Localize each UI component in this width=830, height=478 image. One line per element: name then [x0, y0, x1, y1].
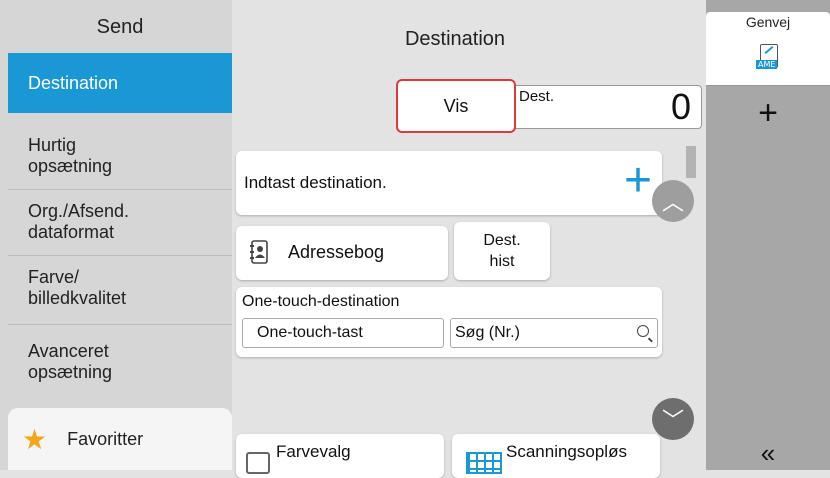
sidebar-divider — [8, 255, 232, 256]
color-selection-label: Farvevalg — [276, 442, 351, 461]
sidebar: Send Destination Hurtig opsætning Org./A… — [0, 0, 232, 470]
page-title: Destination — [404, 28, 506, 50]
chevron-down-icon: ﹀ — [661, 408, 684, 433]
scroll-up-button[interactable]: ︿ — [652, 180, 694, 222]
show-destinations-button[interactable]: Vis — [396, 79, 516, 133]
favorites-button[interactable]: ★ Favoritter — [8, 408, 232, 470]
plus-icon: + — [758, 94, 778, 132]
color-select-icon — [246, 452, 270, 474]
sidebar-item-quick-setup[interactable]: Hurtig opsætning — [8, 126, 232, 186]
sidebar-divider — [8, 189, 232, 190]
addressbook-icon — [250, 240, 268, 264]
scan-resolution-button[interactable]: Scanningsopløs — [452, 434, 660, 478]
destination-history-button[interactable]: Dest. hist — [454, 222, 550, 280]
sidebar-item-label: Hurtig opsætning — [28, 135, 113, 176]
destination-history-label: Dest. hist — [483, 232, 521, 270]
sidebar-item-destination[interactable]: Destination — [8, 53, 232, 113]
shortcut-tab[interactable]: Genvej — [706, 12, 830, 36]
star-icon: ★ — [22, 423, 48, 455]
dest-count-label: Dest. — [519, 88, 555, 105]
shortcut-icon-tag: AME — [756, 60, 778, 69]
sidebar-item-label: Avanceret opsætning — [28, 341, 113, 382]
collapse-panel-button[interactable]: « — [706, 438, 830, 469]
destination-count-display: Dest. 0 — [510, 85, 702, 129]
color-selection-button[interactable]: Farvevalg — [236, 434, 444, 478]
sidebar-item-label: Org./Afsend. dataformat — [28, 201, 130, 242]
magnifier-icon — [637, 325, 649, 337]
sidebar-title: Send — [96, 16, 144, 38]
add-shortcut-button[interactable]: + — [706, 96, 830, 130]
search-number-button[interactable]: Søg (Nr.) — [450, 318, 658, 348]
favorites-label: Favoritter — [67, 428, 144, 449]
one-touch-key-label: One-touch-tast — [257, 324, 363, 341]
scrollbar-thumb[interactable] — [686, 146, 696, 178]
scan-resolution-icon — [466, 452, 502, 474]
shortcut-panel: Genvej AME + « — [706, 0, 830, 470]
sidebar-item-advanced-setup[interactable]: Avanceret opsætning — [8, 330, 232, 394]
main-panel: Destination Vis Dest. 0 Indtast destinat… — [232, 0, 706, 478]
sidebar-item-label: Destination — [28, 72, 119, 93]
sidebar-item-original-format[interactable]: Org./Afsend. dataformat — [8, 192, 232, 252]
address-book-button[interactable]: Adressebog — [236, 226, 448, 280]
scroll-down-button[interactable]: ﹀ — [652, 398, 694, 440]
enter-destination-button[interactable]: Indtast destination. + — [236, 151, 662, 215]
one-touch-title: One-touch-destination — [242, 293, 400, 310]
plus-icon: + — [623, 154, 652, 207]
sidebar-item-color-quality[interactable]: Farve/ billedkvalitet — [8, 258, 232, 318]
search-number-label: Søg (Nr.) — [455, 324, 520, 341]
dest-count-value: 0 — [670, 86, 691, 127]
shortcut-item[interactable]: AME — [706, 36, 830, 86]
sidebar-item-label: Farve/ billedkvalitet — [28, 267, 127, 308]
show-button-label: Vis — [443, 95, 469, 116]
double-chevron-left-icon: « — [760, 438, 776, 468]
sidebar-divider — [8, 324, 232, 325]
chevron-up-icon: ︿ — [661, 190, 684, 215]
address-book-label: Adressebog — [288, 242, 385, 262]
scan-resolution-label: Scanningsopløs — [506, 442, 627, 461]
enter-destination-label: Indtast destination. — [244, 173, 387, 192]
one-touch-panel: One-touch-destination One-touch-tast Søg… — [236, 287, 662, 357]
one-touch-key-button[interactable]: One-touch-tast — [242, 318, 444, 348]
